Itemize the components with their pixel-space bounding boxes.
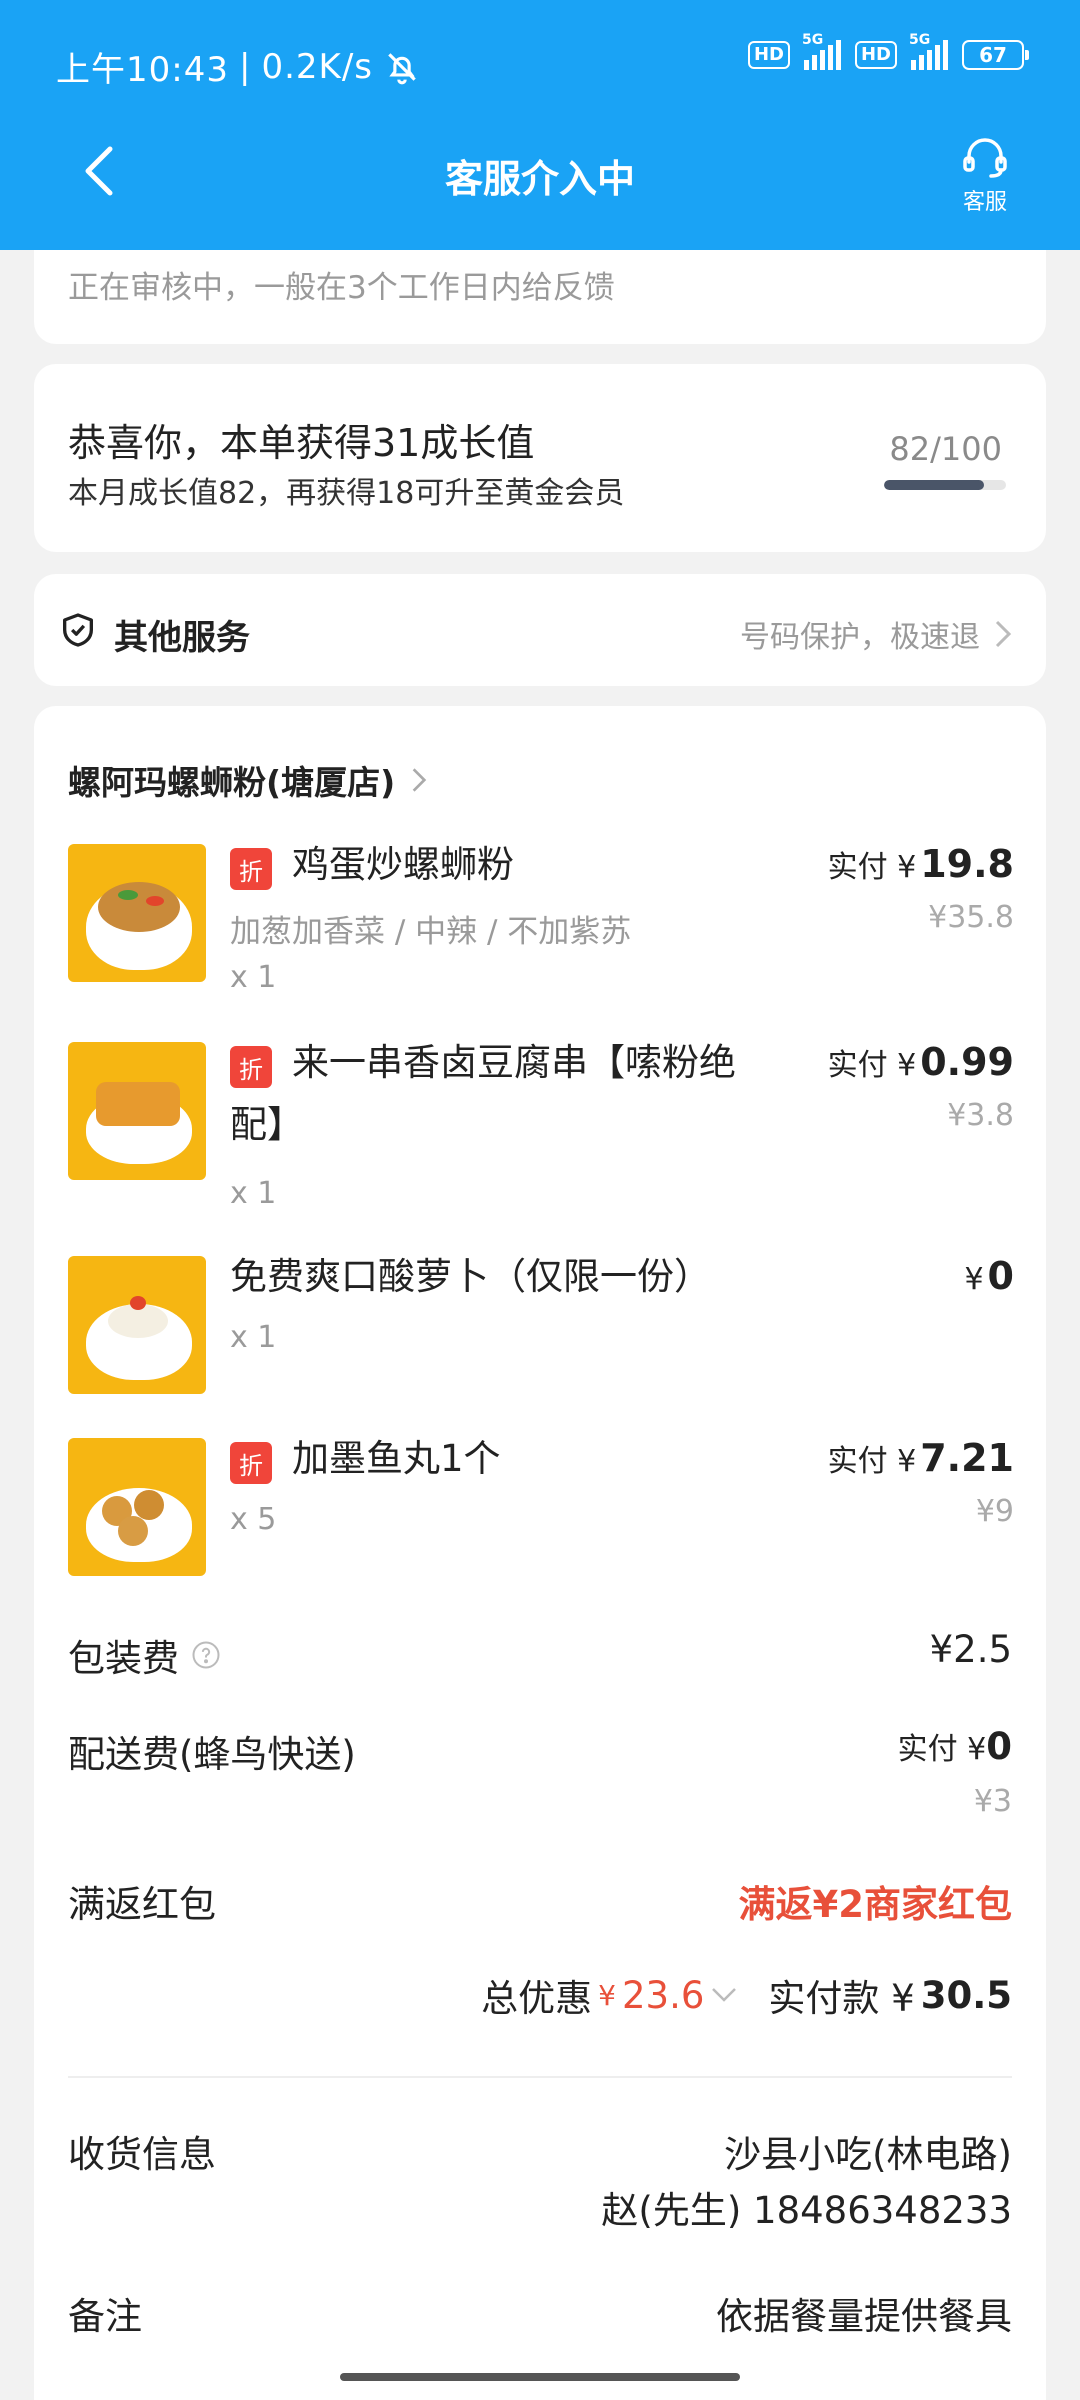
growth-card[interactable]: 恭喜你，本单获得31成长值 本月成长值82，再获得18可升至黄金会员 82/10… bbox=[34, 364, 1046, 552]
order-item[interactable]: 免费爽口酸萝卜（仅限一份） x 1 ¥0 bbox=[68, 1254, 1014, 1396]
customer-service-label: 客服 bbox=[962, 190, 1007, 215]
order-summary: 总优惠 ¥ 23.6 实付款 ¥ 30.5 bbox=[481, 1968, 1012, 2022]
review-card: 正在审核中，一般在3个工作日内给反馈 bbox=[34, 250, 1046, 344]
item-image bbox=[68, 844, 206, 982]
receive-address: 沙县小吃(林电路) bbox=[724, 2133, 1012, 2176]
note-label: 备注 bbox=[68, 2295, 142, 2338]
growth-progress-fill bbox=[884, 480, 985, 490]
bell-muted-icon bbox=[388, 52, 416, 84]
item-quantity: x 5 bbox=[230, 1502, 277, 1537]
divider bbox=[68, 2076, 1012, 2078]
receive-info-label: 收货信息 bbox=[68, 2133, 216, 2176]
discount-tag: 折 bbox=[230, 1442, 272, 1484]
paid-amount-label: 实付款 ¥ bbox=[768, 1977, 915, 2020]
chevron-down-icon[interactable] bbox=[710, 1986, 738, 2004]
item-price: 实付 ¥19.8 bbox=[827, 842, 1014, 886]
order-card: 螺阿玛螺蛳粉(塘厦店) 折 鸡蛋炒螺蛳粉 加葱加香菜 / 中辣 / 不加紫苏 x… bbox=[34, 706, 1046, 2400]
item-name: 免费爽口酸萝卜（仅限一份） bbox=[230, 1255, 711, 1298]
item-original-price: ¥3.8 bbox=[947, 1098, 1014, 1133]
status-speed: 0.2K/s bbox=[261, 46, 373, 87]
item-quantity: x 1 bbox=[230, 1176, 277, 1211]
growth-subtitle: 本月成长值82，再获得18可升至黄金会员 bbox=[68, 476, 625, 511]
growth-title: 恭喜你，本单获得31成长值 bbox=[68, 421, 535, 465]
status-bar-left: 上午10:43 | 0.2K/s bbox=[56, 42, 421, 91]
order-item[interactable]: 折 鸡蛋炒螺蛳粉 加葱加香菜 / 中辣 / 不加紫苏 x 1 实付 ¥19.8 … bbox=[68, 842, 1014, 1004]
store-name: 螺阿玛螺蛳粉(塘厦店) bbox=[68, 763, 396, 802]
growth-progress-bar bbox=[884, 480, 1006, 490]
item-price: ¥0 bbox=[964, 1254, 1014, 1298]
delivery-fee-value: 实付 ¥0 bbox=[897, 1725, 1012, 1768]
receive-contact: 赵(先生) 18486348233 bbox=[601, 2189, 1012, 2232]
delivery-fee-label: 配送费(蜂鸟快送) bbox=[68, 1733, 356, 1776]
item-image bbox=[68, 1042, 206, 1180]
status-bar-right: HD 5G HD 5G 67 bbox=[747, 32, 1029, 70]
item-price: 实付 ¥7.21 bbox=[827, 1436, 1014, 1480]
item-spec: 加葱加香菜 / 中辣 / 不加紫苏 bbox=[230, 914, 632, 950]
packing-fee-label: 包装费 bbox=[68, 1637, 179, 1680]
item-name-line2: 配】 bbox=[230, 1103, 304, 1146]
shield-check-icon bbox=[63, 613, 94, 647]
help-icon[interactable] bbox=[191, 1640, 221, 1670]
item-quantity: x 1 bbox=[230, 1320, 277, 1355]
headset-icon bbox=[963, 138, 1007, 178]
order-item[interactable]: 折 加墨鱼丸1个 x 5 实付 ¥7.21 ¥9 bbox=[68, 1436, 1014, 1578]
item-price: 实付 ¥0.99 bbox=[827, 1040, 1014, 1084]
item-quantity: x 1 bbox=[230, 960, 277, 995]
hd-badge-2: HD bbox=[854, 41, 897, 69]
total-discount-value: 23.6 bbox=[622, 1973, 705, 2017]
item-name-line1: 来一串香卤豆腐串【嗦粉绝 bbox=[292, 1041, 736, 1084]
page-title: 客服介入中 bbox=[444, 157, 635, 201]
signal-icon: 5G bbox=[802, 32, 841, 70]
other-services-detail: 号码保护，极速退 bbox=[740, 620, 980, 655]
discount-tag: 折 bbox=[230, 848, 272, 890]
item-name: 鸡蛋炒螺蛳粉 bbox=[292, 843, 514, 886]
item-image bbox=[68, 1438, 206, 1576]
other-services-title: 其他服务 bbox=[114, 618, 250, 658]
other-services-row[interactable]: 其他服务 号码保护，极速退 bbox=[34, 574, 1046, 686]
item-original-price: ¥35.8 bbox=[928, 900, 1014, 935]
battery-icon: 67 bbox=[962, 40, 1029, 70]
packing-fee-value: ¥2.5 bbox=[929, 1628, 1012, 1671]
store-name-link[interactable]: 螺阿玛螺蛳粉(塘厦店) bbox=[68, 756, 427, 804]
hd-badge: HD bbox=[747, 41, 790, 69]
item-original-price: ¥9 bbox=[975, 1494, 1014, 1529]
note-value: 依据餐量提供餐具 bbox=[716, 2295, 1012, 2338]
signal-icon-2: 5G bbox=[909, 32, 948, 70]
item-name: 加墨鱼丸1个 bbox=[292, 1437, 501, 1480]
paid-amount-value: 30.5 bbox=[920, 1973, 1012, 2017]
chevron-right-icon bbox=[995, 620, 1012, 648]
chevron-right-icon bbox=[412, 768, 427, 792]
total-discount-label: 总优惠 bbox=[481, 1977, 593, 2020]
order-item[interactable]: 折 来一串香卤豆腐串【嗦粉绝 配】 x 1 实付 ¥0.99 ¥3.8 bbox=[68, 1040, 1014, 1212]
header: 上午10:43 | 0.2K/s HD 5G HD 5G 67 客服介入中 客服 bbox=[0, 0, 1080, 250]
packing-fee-row: 包装费 bbox=[68, 1628, 221, 1682]
coupon-label: 满返红包 bbox=[68, 1883, 216, 1926]
home-indicator[interactable] bbox=[340, 2373, 740, 2381]
status-time: 上午10:43 bbox=[56, 50, 229, 90]
discount-tag: 折 bbox=[230, 1046, 272, 1088]
customer-service-button[interactable]: 客服 bbox=[950, 136, 1020, 216]
item-image bbox=[68, 1256, 206, 1394]
coupon-value: 满返¥2商家红包 bbox=[738, 1883, 1013, 1926]
review-status-text: 正在审核中，一般在3个工作日内给反馈 bbox=[68, 270, 615, 306]
delivery-fee-original: ¥3 bbox=[973, 1784, 1012, 1819]
growth-count: 82/100 bbox=[889, 430, 1002, 468]
